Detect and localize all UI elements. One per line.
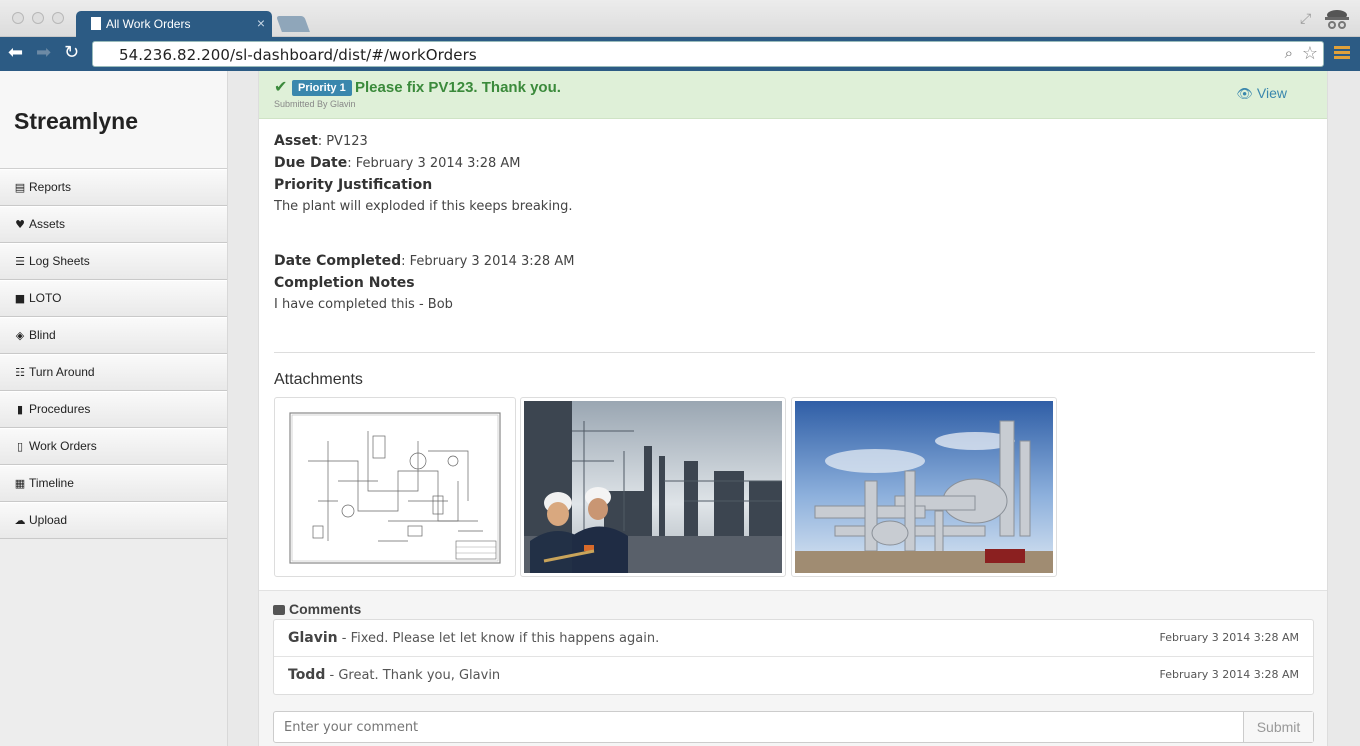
refinery-workers-image [524, 401, 784, 573]
comments-heading: Comments [273, 601, 361, 617]
comment-author: Glavin [288, 630, 338, 646]
sidebar-item-label: Assets [29, 217, 66, 231]
comment-form: Submit [273, 711, 1314, 743]
fullscreen-icon[interactable]: ⤢ [1300, 10, 1311, 27]
comment-author: Todd [288, 667, 326, 683]
work-order-title: Please fix PV123. Thank you. [355, 79, 561, 96]
work-order-panel: ✔ Priority 1 Please fix PV123. Thank you… [258, 71, 1328, 746]
new-tab-button[interactable] [276, 16, 310, 32]
priority-justification-value: The plant will exploded if this keeps br… [274, 199, 573, 214]
heart-icon: ♥ [15, 218, 25, 231]
sidebar-item-loto[interactable]: ■ LOTO [0, 280, 227, 317]
due-date-row: Due Date: February 3 2014 3:28 AM [274, 155, 521, 171]
notes-heading: Completion Notes [274, 275, 415, 291]
url-text: 54.236.82.200/sl-dashboard/dist/#/workOr… [119, 46, 477, 64]
incognito-icon [1325, 10, 1349, 29]
submit-comment-button[interactable]: Submit [1243, 712, 1313, 742]
search-icon[interactable]: ⌕ [1285, 45, 1293, 62]
comment-text: - Great. Thank you, Glavin [325, 668, 501, 683]
lock-icon: ■ [14, 292, 26, 305]
brand-title: Streamlyne [0, 71, 227, 169]
comment-list: Glavin - Fixed. Please let let know if t… [273, 619, 1314, 695]
sidebar-item-timeline[interactable]: ▦ Timeline [0, 465, 227, 502]
sidebar-item-reports[interactable]: ▤ Reports [0, 169, 227, 206]
calendar-icon: ▦ [14, 477, 26, 490]
sidebar-item-label: Upload [29, 513, 68, 527]
piping-diagram-image [278, 401, 512, 573]
date-completed-row: Date Completed: February 3 2014 3:28 AM [274, 253, 575, 269]
list-alt-icon: ▤ [14, 181, 26, 194]
priority-justification-label: Priority Justification [274, 177, 432, 193]
attachments-heading: Attachments [274, 371, 363, 388]
attachment-refinery-pipes-photo[interactable] [791, 397, 1057, 577]
sidebar-item-label: Turn Around [29, 365, 95, 379]
submitted-by: Submitted By Glavin [274, 99, 356, 109]
reload-icon[interactable]: ↻ [64, 44, 79, 62]
comment-item: Glavin - Fixed. Please let let know if t… [274, 620, 1313, 657]
browser-titlebar: All Work Orders × ⤢ [0, 0, 1360, 37]
attachment-piping-diagram[interactable] [274, 397, 516, 577]
forward-icon[interactable]: ➡ [36, 44, 51, 62]
asset-value: PV123 [326, 134, 368, 149]
address-bar[interactable]: 54.236.82.200/sl-dashboard/dist/#/workOr… [92, 41, 1324, 67]
completion-notes-label: Completion Notes [274, 275, 415, 291]
comments-section: Comments Glavin - Fixed. Please let let … [259, 590, 1327, 746]
sidebar-item-label: LOTO [29, 291, 62, 305]
sidebar-item-label: Blind [29, 328, 56, 342]
comment-text: - Fixed. Please let let know if this hap… [337, 631, 660, 646]
file-icon: ▯ [16, 440, 24, 453]
divider [274, 352, 1315, 353]
comment-date: February 3 2014 3:28 AM [1159, 631, 1299, 644]
date-completed-label: Date Completed [274, 253, 402, 269]
close-tab-icon[interactable]: × [257, 16, 265, 30]
page-icon [91, 17, 101, 30]
cloud-upload-icon: ☁ [14, 514, 26, 527]
comment-item: Todd - Great. Thank you, Glavin February… [274, 657, 1313, 694]
eye-icon: 👁 [1236, 87, 1253, 102]
completion-notes-value: I have completed this - Bob [274, 297, 453, 312]
asset-label: Asset [274, 133, 318, 149]
asset-row: Asset: PV123 [274, 133, 368, 149]
view-link[interactable]: 👁 View [1236, 85, 1287, 102]
priority-badge: Priority 1 [292, 80, 352, 96]
justification-heading: Priority Justification [274, 177, 433, 193]
comment-icon [273, 605, 285, 615]
sidebar-item-label: Work Orders [29, 439, 97, 453]
comments-heading-label: Comments [289, 601, 362, 617]
sidebar-item-label: Reports [29, 180, 72, 194]
check-icon: ✔ [274, 77, 288, 96]
server-icon: ☷ [15, 366, 25, 379]
window-zoom-button[interactable] [52, 12, 64, 24]
due-date-label: Due Date [274, 155, 348, 171]
sidebar-item-log-sheets[interactable]: ☰ Log Sheets [0, 243, 227, 280]
sidebar-item-assets[interactable]: ♥ Assets [0, 206, 227, 243]
sidebar-item-label: Timeline [29, 476, 74, 490]
bookmark-star-icon[interactable]: ☆ [1302, 43, 1318, 64]
work-order-header: ✔ Priority 1 Please fix PV123. Thank you… [259, 71, 1327, 119]
sidebar-item-blind[interactable]: ◈ Blind [0, 317, 227, 354]
window-close-button[interactable] [12, 12, 24, 24]
browser-tab[interactable]: All Work Orders × [76, 11, 272, 37]
window-minimize-button[interactable] [32, 12, 44, 24]
sidebar-item-procedures[interactable]: ▮ Procedures [0, 391, 227, 428]
tab-title: All Work Orders [106, 17, 191, 31]
book-icon: ▮ [16, 403, 24, 416]
comment-input[interactable] [274, 712, 1244, 742]
sidebar-item-label: Log Sheets [29, 254, 90, 268]
comment-date: February 3 2014 3:28 AM [1159, 668, 1299, 681]
back-icon[interactable]: ⬅ [8, 44, 23, 62]
attachment-refinery-workers-photo[interactable] [520, 397, 786, 577]
sidebar-item-turn-around[interactable]: ☷ Turn Around [0, 354, 227, 391]
browser-menu-icon[interactable] [1334, 46, 1350, 60]
list-icon: ☰ [15, 255, 25, 268]
due-date-value: February 3 2014 3:28 AM [355, 156, 521, 171]
sidebar-item-label: Procedures [29, 402, 91, 416]
eye-slash-icon: ◈ [15, 329, 25, 342]
refinery-pipes-image [795, 401, 1053, 573]
sidebar-item-upload[interactable]: ☁ Upload [0, 502, 227, 539]
date-completed-value: February 3 2014 3:28 AM [409, 254, 575, 269]
sidebar-item-work-orders[interactable]: ▯ Work Orders [0, 428, 227, 465]
view-label: View [1256, 85, 1287, 101]
sidebar: Streamlyne ▤ Reports ♥ Assets ☰ Log Sheets … [0, 71, 228, 746]
